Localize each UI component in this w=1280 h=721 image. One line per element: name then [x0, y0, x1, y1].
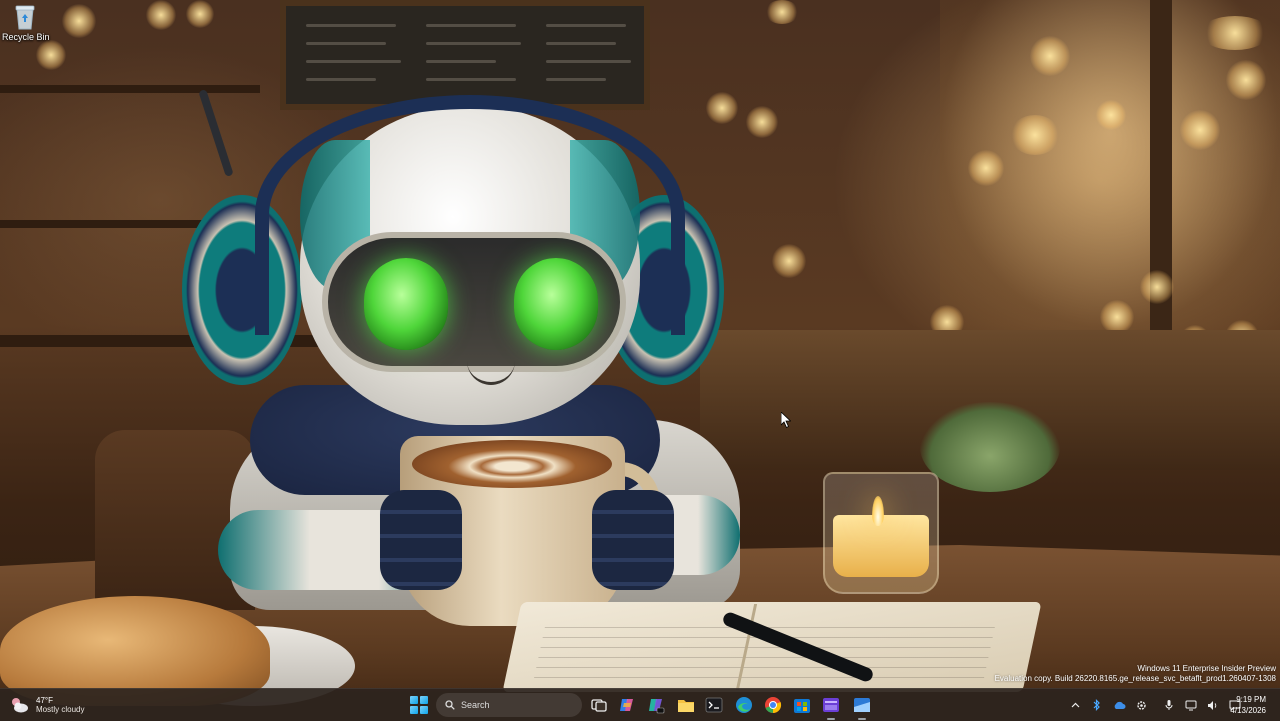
system-tray: [1068, 689, 1250, 721]
taskbar-file-explorer[interactable]: [675, 694, 697, 716]
taskbar-copilot[interactable]: [616, 694, 638, 716]
cloud-moon-icon: [10, 696, 30, 714]
recycle-bin-icon: [14, 4, 36, 30]
speaker-icon[interactable]: [1206, 698, 1220, 712]
weather-widget[interactable]: 47°F Mostly cloudy: [10, 693, 84, 717]
folder-icon: [678, 699, 694, 712]
edge-icon: [736, 697, 752, 713]
clock-date: 4/13/2026: [1230, 706, 1266, 715]
watermark-build: Evaluation copy. Build 26220.8165.ge_rel…: [994, 674, 1276, 683]
taskbar-app-blue[interactable]: [851, 694, 873, 720]
desktop-wallpaper: [0, 0, 1280, 720]
taskbar-chrome[interactable]: [762, 694, 784, 716]
terminal-icon: [705, 697, 723, 713]
desktop-icon-label: Recycle Bin: [2, 32, 50, 42]
weather-temperature: 47°F: [36, 695, 53, 705]
chrome-icon: [765, 697, 782, 714]
windows-logo-pane: [419, 705, 428, 714]
taskbar-terminal[interactable]: [703, 694, 725, 716]
search-placeholder: Search: [461, 700, 490, 710]
blue-app-icon: [854, 698, 870, 712]
taskbar-task-view[interactable]: [588, 694, 610, 716]
taskbar-app-purple[interactable]: [820, 694, 842, 720]
network-icon[interactable]: [1184, 698, 1198, 712]
desktop-icon-recycle-bin[interactable]: Recycle Bin: [2, 4, 50, 42]
clock-time: 9:19 PM: [1236, 695, 1266, 704]
taskbar: 47°F Mostly cloudy Search 9:19 PM 4/13/2…: [0, 688, 1280, 721]
copilot-pro-icon: [649, 699, 665, 714]
taskbar-search-box[interactable]: Search: [436, 693, 582, 717]
windows-logo-icon: [410, 696, 419, 705]
taskbar-clock[interactable]: 9:19 PM 4/13/2026: [1230, 694, 1266, 716]
store-icon: [794, 699, 810, 713]
task-view-icon: [591, 699, 607, 712]
windows-logo-pane: [419, 696, 428, 705]
windows-logo-pane: [410, 705, 419, 714]
search-icon: [445, 700, 455, 710]
settings-icon[interactable]: [1134, 698, 1148, 712]
mouse-cursor-icon: [781, 412, 791, 428]
copilot-icon: [620, 699, 633, 711]
start-button[interactable]: [410, 696, 428, 714]
build-watermark: Windows 11 Enterprise Insider Preview Ev…: [995, 664, 1276, 684]
taskbar-edge[interactable]: [733, 694, 755, 716]
bluetooth-icon[interactable]: [1090, 698, 1104, 712]
onedrive-icon[interactable]: [1112, 698, 1126, 712]
watermark-edition: Windows 11 Enterprise Insider Preview: [1137, 664, 1276, 673]
microphone-icon[interactable]: [1162, 698, 1176, 712]
weather-condition: Mostly cloudy: [36, 704, 85, 714]
taskbar-store[interactable]: [791, 694, 813, 716]
taskbar-copilot-pro[interactable]: [645, 694, 667, 716]
purple-app-icon: [823, 698, 839, 712]
chevron-up-icon[interactable]: [1068, 698, 1082, 712]
